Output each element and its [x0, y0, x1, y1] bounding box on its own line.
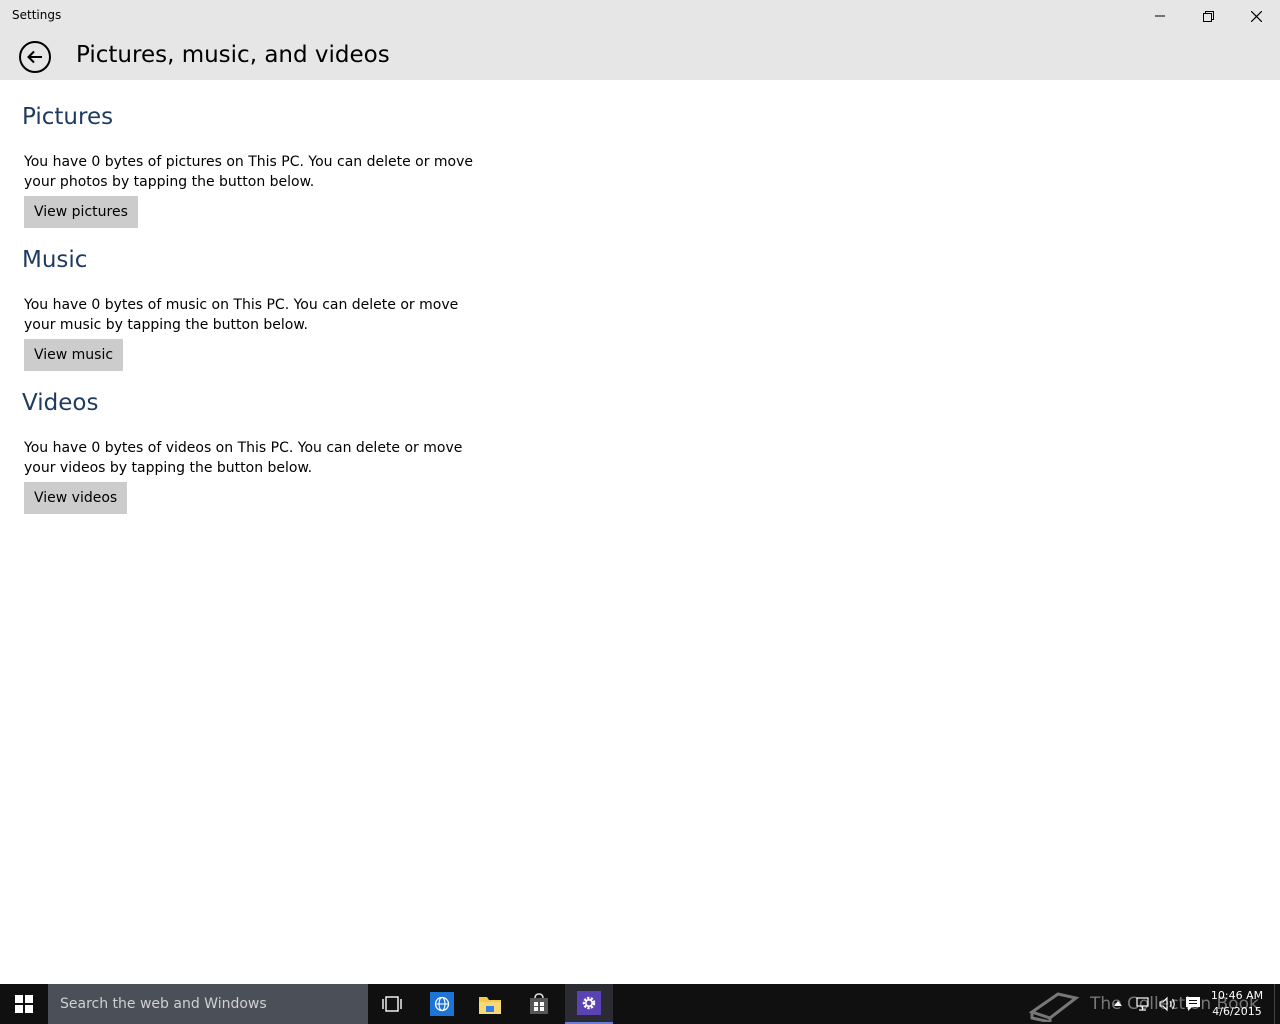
store-taskbar-button[interactable]: [515, 984, 563, 1024]
restore-button[interactable]: [1184, 0, 1232, 32]
search-placeholder: Search the web and Windows: [60, 996, 267, 1012]
minimize-icon: [1155, 15, 1165, 17]
store-icon: [530, 993, 548, 1014]
volume-tray-button[interactable]: [1158, 994, 1178, 1014]
restore-icon: [1202, 10, 1214, 22]
task-view-icon: [382, 996, 402, 1012]
taskbar: Search the web and Windows The Collectio…: [0, 984, 1280, 1024]
videos-description: You have 0 bytes of videos on This PC. Y…: [24, 440, 463, 476]
show-hidden-icons-button[interactable]: [1108, 994, 1128, 1014]
browser-taskbar-button[interactable]: [418, 984, 466, 1024]
pictures-heading: Pictures: [22, 104, 114, 130]
file-explorer-icon: [479, 997, 501, 1014]
action-center-icon: [1186, 997, 1200, 1011]
music-description: You have 0 bytes of music on This PC. Yo…: [24, 297, 459, 333]
book-icon: [1028, 992, 1080, 1022]
back-arrow-icon: [27, 50, 42, 64]
volume-icon: [1159, 996, 1175, 1012]
show-desktop-button[interactable]: [1274, 984, 1280, 1024]
settings-gear-icon: [577, 991, 601, 1015]
view-pictures-button[interactable]: View pictures: [24, 196, 138, 228]
network-icon: [1136, 997, 1149, 1011]
back-button[interactable]: [19, 41, 51, 73]
view-music-button[interactable]: View music: [24, 339, 124, 371]
task-view-button[interactable]: [368, 984, 416, 1024]
browser-icon: [430, 992, 454, 1016]
clock-date: 4/6/2015: [1212, 1005, 1262, 1018]
start-button[interactable]: [0, 984, 48, 1024]
window-title: Settings: [12, 8, 62, 22]
videos-heading: Videos: [22, 390, 99, 416]
view-videos-button[interactable]: View videos: [24, 482, 128, 514]
taskbar-search-box[interactable]: Search the web and Windows: [48, 984, 368, 1024]
pictures-description: You have 0 bytes of pictures on This PC.…: [24, 154, 474, 190]
close-button[interactable]: [1232, 0, 1280, 32]
page-title: Pictures, music, and videos: [76, 42, 390, 68]
chevron-up-icon: [1114, 1001, 1122, 1006]
minimize-button[interactable]: [1136, 0, 1184, 32]
network-tray-button[interactable]: [1133, 994, 1153, 1014]
clock-time: 10:46 AM: [1210, 989, 1264, 1002]
action-center-tray-button[interactable]: [1183, 994, 1203, 1014]
taskbar-clock[interactable]: 10:46 AM 4/6/2015: [1208, 988, 1266, 1020]
file-explorer-taskbar-button[interactable]: [466, 984, 514, 1024]
title-bar: Settings: [0, 0, 1280, 32]
close-icon: [1250, 10, 1262, 22]
settings-taskbar-button[interactable]: [565, 984, 613, 1024]
page-header: Pictures, music, and videos: [0, 32, 1280, 80]
music-heading: Music: [22, 247, 88, 273]
windows-logo-icon: [15, 995, 33, 1013]
